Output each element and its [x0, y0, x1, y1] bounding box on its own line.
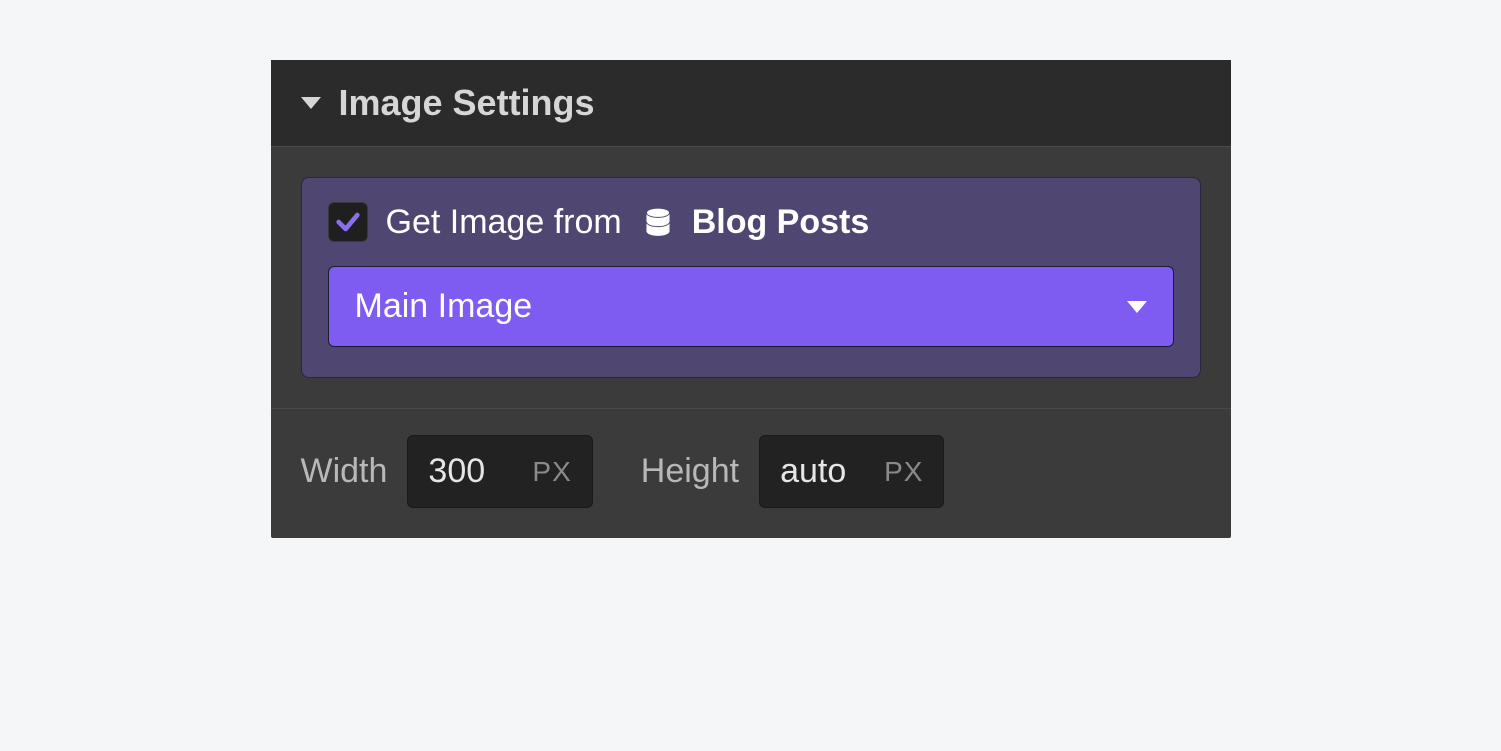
image-settings-panel: Image Settings Get Image from — [271, 60, 1231, 538]
chevron-down-icon — [1127, 301, 1147, 313]
checkmark-icon — [334, 208, 362, 236]
height-label: Height — [641, 452, 739, 491]
database-icon — [644, 207, 672, 237]
binding-source-name: Blog Posts — [692, 203, 870, 242]
height-unit-button[interactable]: PX — [884, 456, 923, 488]
get-image-from-checkbox[interactable] — [328, 202, 368, 242]
binding-toggle-row: Get Image from Blog Posts — [328, 202, 1174, 242]
get-image-from-label: Get Image from — [386, 203, 622, 242]
panel-title: Image Settings — [339, 82, 595, 124]
width-input-wrap: PX — [407, 435, 592, 508]
collapse-triangle-icon — [301, 97, 321, 109]
height-input-wrap: PX — [759, 435, 944, 508]
panel-body: Get Image from Blog Posts Main Image — [271, 147, 1231, 408]
width-unit-button[interactable]: PX — [532, 456, 571, 488]
width-input[interactable] — [428, 452, 518, 491]
binding-field-selected: Main Image — [355, 287, 533, 326]
binding-field-dropdown[interactable]: Main Image — [328, 266, 1174, 347]
width-label: Width — [301, 452, 388, 491]
height-input[interactable] — [780, 452, 870, 491]
dimensions-row: Width PX Height PX — [271, 408, 1231, 538]
binding-settings-box: Get Image from Blog Posts Main Image — [301, 177, 1201, 378]
panel-header[interactable]: Image Settings — [271, 60, 1231, 147]
